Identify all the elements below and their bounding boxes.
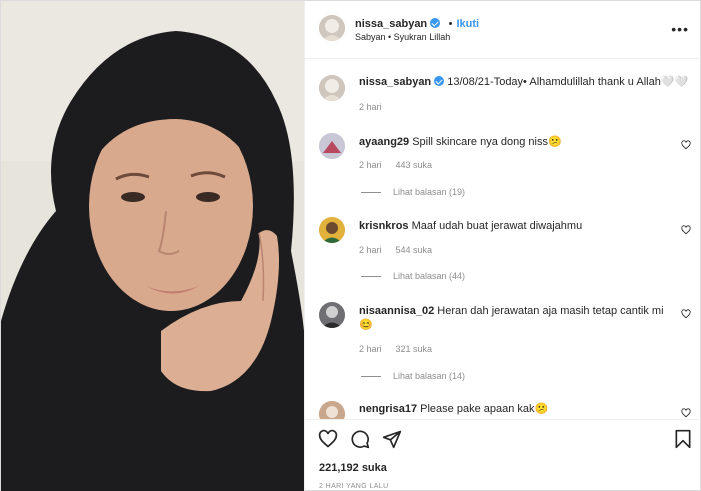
author-avatar[interactable] [319,15,345,41]
comment-time: 2 hari [359,344,382,354]
avatar-image [319,217,345,243]
like-comment-heart-icon[interactable] [681,140,691,150]
comment-username[interactable]: nengrisa17 [359,403,417,415]
comment-avatar[interactable] [319,133,345,159]
caption-username[interactable]: nissa_sabyan [359,76,431,88]
comment-username[interactable]: krisnkros [359,220,409,232]
comment-icon[interactable] [350,429,370,449]
instagram-post-dialog: nissa_sabyan • Ikuti Sabyan • Syukran Lil… [0,0,701,491]
view-replies-button[interactable]: Lihat balasan (19) [361,187,465,197]
comment-username[interactable]: nisaannisa_02 [359,305,434,317]
verified-badge-icon [434,76,445,86]
avatar-image [319,75,345,101]
likes-count[interactable]: 221,192 suka [319,462,387,474]
comment-text: Maaf udah buat jerawat diwajahmu [411,220,583,232]
view-replies-button[interactable]: Lihat balasan (14) [361,371,465,381]
comment-likes[interactable]: 321 suka [396,344,433,354]
replies-divider [361,276,381,278]
comment-username[interactable]: ayaang29 [359,136,409,148]
post-location[interactable]: Sabyan • Syukran Lillah [355,32,450,42]
comment-avatar[interactable] [319,302,345,328]
post-photo[interactable] [1,1,304,491]
comment-likes[interactable]: 544 suka [396,245,433,255]
avatar-image [319,15,345,41]
portrait-illustration [1,1,304,491]
replies-label: Lihat balasan (44) [393,271,466,281]
replies-label: Lihat balasan (14) [393,371,466,381]
view-replies-button[interactable]: Lihat balasan (44) [361,271,465,281]
caption-time: 2 hari [359,102,382,112]
bookmark-icon[interactable] [674,429,692,449]
comment-body: krisnkros Maaf udah buat jerawat diwajah… [359,219,582,233]
comment-text: Heran dah jerawatan aja masih tetap cant… [437,305,664,317]
comment-likes[interactable]: 443 suka [396,160,433,170]
comment-meta: 2 hari 321 suka [359,344,446,354]
caption-text: 13/08/21-Today• Alhamdulillah thank u Al… [447,76,689,88]
comment-time: 2 hari [359,245,382,255]
comments-list[interactable]: nissa_sabyan 13/08/21-Today• Alhamdulill… [305,59,701,419]
author-username[interactable]: nissa_sabyan [355,18,427,30]
separator-dot: • [448,18,453,30]
comment-body: nisaannisa_02 Heran dah jerawatan aja ma… [359,304,669,332]
comment-text: Spill skincare nya dong niss😕 [412,136,562,148]
comment-time: 2 hari [359,160,382,170]
caption-author-avatar[interactable] [319,75,345,101]
comment-avatar[interactable] [319,217,345,243]
comment-body: ayaang29 Spill skincare nya dong niss😕 [359,135,562,149]
more-options-icon[interactable]: ••• [671,21,689,37]
verified-badge-icon [430,18,441,28]
like-comment-heart-icon[interactable] [681,408,691,418]
share-icon[interactable] [382,429,402,449]
heart-icon[interactable] [318,429,338,449]
comment-text: Please pake apaan kak😕 [420,403,549,415]
like-comment-heart-icon[interactable] [681,309,691,319]
comment-avatar[interactable] [319,401,345,419]
replies-divider [361,192,381,194]
comment-meta: 2 hari 443 suka [359,160,446,170]
post-header: nissa_sabyan • Ikuti Sabyan • Syukran Lil… [305,1,701,59]
like-comment-heart-icon[interactable] [681,225,691,235]
comment-body: nengrisa17 Please pake apaan kak😕 [359,402,548,416]
post-side-panel: nissa_sabyan • Ikuti Sabyan • Syukran Lil… [304,1,701,491]
comment-text-continued: 😊 [359,319,373,331]
replies-label: Lihat balasan (19) [393,187,466,197]
post-actions: 221,192 suka 2 HARI YANG LALU [305,419,701,491]
avatar-image [319,401,345,419]
comment-meta: 2 hari 544 suka [359,245,446,255]
avatar-image [319,302,345,328]
post-timestamp: 2 HARI YANG LALU [319,483,389,490]
caption: nissa_sabyan 13/08/21-Today• Alhamdulill… [359,75,688,89]
avatar-image [319,133,345,159]
follow-button[interactable]: Ikuti [456,18,479,30]
replies-divider [361,376,381,378]
